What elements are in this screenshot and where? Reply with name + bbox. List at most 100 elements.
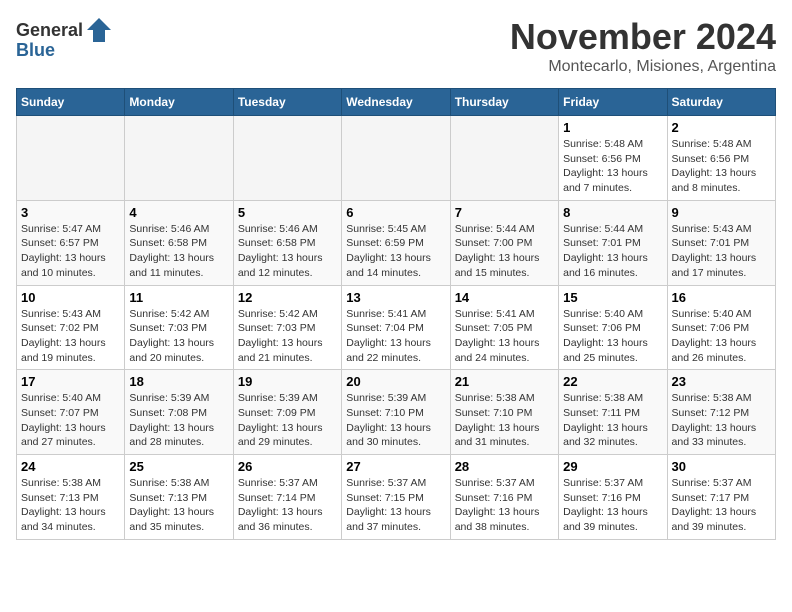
day-cell: 24Sunrise: 5:38 AM Sunset: 7:13 PM Dayli… — [17, 455, 125, 540]
day-info: Sunrise: 5:37 AM Sunset: 7:14 PM Dayligh… — [238, 476, 337, 535]
day-number: 26 — [238, 459, 337, 474]
day-info: Sunrise: 5:48 AM Sunset: 6:56 PM Dayligh… — [672, 137, 771, 196]
week-row-3: 10Sunrise: 5:43 AM Sunset: 7:02 PM Dayli… — [17, 285, 776, 370]
day-cell: 27 Sunrise: 5:37 AM Sunset: 7:15 PM Dayli… — [342, 455, 450, 540]
day-cell: 4Sunrise: 5:46 AM Sunset: 6:58 PM Daylig… — [125, 200, 233, 285]
day-number: 9 — [672, 205, 771, 220]
day-cell: 13 Sunrise: 5:41 AM Sunset: 7:04 PM Dayli… — [342, 285, 450, 370]
day-number: 17 — [21, 374, 120, 389]
page-header: General Blue November 2024 Montecarlo, M… — [16, 16, 776, 76]
day-cell: 14 Sunrise: 5:41 AM Sunset: 7:05 PM Dayli… — [450, 285, 558, 370]
day-number: 23 — [672, 374, 771, 389]
day-number: 30 — [672, 459, 771, 474]
day-info: Sunrise: 5:41 AM Sunset: 7:04 PM Dayligh… — [346, 307, 445, 366]
day-number: 28 — [455, 459, 554, 474]
day-info: Sunrise: 5:40 AM Sunset: 7:06 PM Dayligh… — [563, 307, 662, 366]
day-number: 25 — [129, 459, 228, 474]
day-info: Sunrise: 5:46 AM Sunset: 6:58 PM Dayligh… — [129, 222, 228, 281]
day-info: Sunrise: 5:40 AM Sunset: 7:07 PM Dayligh… — [21, 391, 120, 450]
day-info: Sunrise: 5:39 AM Sunset: 7:09 PM Dayligh… — [238, 391, 337, 450]
week-row-5: 24Sunrise: 5:38 AM Sunset: 7:13 PM Dayli… — [17, 455, 776, 540]
day-info: Sunrise: 5:46 AM Sunset: 6:58 PM Dayligh… — [238, 222, 337, 281]
day-number: 19 — [238, 374, 337, 389]
day-info: Sunrise: 5:38 AM Sunset: 7:10 PM Dayligh… — [455, 391, 554, 450]
day-cell: 2 Sunrise: 5:48 AM Sunset: 6:56 PM Daylig… — [667, 116, 775, 201]
logo: General Blue — [16, 16, 113, 61]
header-monday: Monday — [125, 89, 233, 116]
day-number: 22 — [563, 374, 662, 389]
day-cell: 9 Sunrise: 5:43 AM Sunset: 7:01 PM Daylig… — [667, 200, 775, 285]
day-cell — [233, 116, 341, 201]
day-info: Sunrise: 5:37 AM Sunset: 7:16 PM Dayligh… — [455, 476, 554, 535]
header-sunday: Sunday — [17, 89, 125, 116]
day-cell: 12Sunrise: 5:42 AM Sunset: 7:03 PM Dayli… — [233, 285, 341, 370]
day-cell: 26 Sunrise: 5:37 AM Sunset: 7:14 PM Dayli… — [233, 455, 341, 540]
day-cell: 10Sunrise: 5:43 AM Sunset: 7:02 PM Dayli… — [17, 285, 125, 370]
day-cell: 3 Sunrise: 5:47 AM Sunset: 6:57 PM Daylig… — [17, 200, 125, 285]
day-info: Sunrise: 5:38 AM Sunset: 7:13 PM Dayligh… — [21, 476, 120, 535]
day-info: Sunrise: 5:38 AM Sunset: 7:12 PM Dayligh… — [672, 391, 771, 450]
day-cell: 6Sunrise: 5:45 AM Sunset: 6:59 PM Daylig… — [342, 200, 450, 285]
week-row-4: 17 Sunrise: 5:40 AM Sunset: 7:07 PM Dayli… — [17, 370, 776, 455]
day-cell: 7Sunrise: 5:44 AM Sunset: 7:00 PM Daylig… — [450, 200, 558, 285]
day-number: 11 — [129, 290, 228, 305]
day-info: Sunrise: 5:44 AM Sunset: 7:00 PM Dayligh… — [455, 222, 554, 281]
day-info: Sunrise: 5:37 AM Sunset: 7:15 PM Dayligh… — [346, 476, 445, 535]
location-subtitle: Montecarlo, Misiones, Argentina — [510, 58, 776, 76]
day-number: 8 — [563, 205, 662, 220]
day-cell: 19 Sunrise: 5:39 AM Sunset: 7:09 PM Dayli… — [233, 370, 341, 455]
day-number: 13 — [346, 290, 445, 305]
header-saturday: Saturday — [667, 89, 775, 116]
header-tuesday: Tuesday — [233, 89, 341, 116]
title-area: November 2024 Montecarlo, Misiones, Arge… — [510, 16, 776, 76]
day-cell: 22 Sunrise: 5:38 AM Sunset: 7:11 PM Dayli… — [559, 370, 667, 455]
day-cell: 29 Sunrise: 5:37 AM Sunset: 7:16 PM Dayli… — [559, 455, 667, 540]
month-title: November 2024 — [510, 16, 776, 58]
day-number: 27 — [346, 459, 445, 474]
day-number: 6 — [346, 205, 445, 220]
day-cell: 16 Sunrise: 5:40 AM Sunset: 7:06 PM Dayli… — [667, 285, 775, 370]
day-number: 29 — [563, 459, 662, 474]
day-cell: 5 Sunrise: 5:46 AM Sunset: 6:58 PM Daylig… — [233, 200, 341, 285]
day-info: Sunrise: 5:39 AM Sunset: 7:08 PM Dayligh… — [129, 391, 228, 450]
day-number: 14 — [455, 290, 554, 305]
day-number: 12 — [238, 290, 337, 305]
logo-text-blue: Blue — [16, 40, 55, 61]
calendar-table: Sunday Monday Tuesday Wednesday Thursday… — [16, 88, 776, 540]
day-cell: 20 Sunrise: 5:39 AM Sunset: 7:10 PM Dayli… — [342, 370, 450, 455]
day-info: Sunrise: 5:37 AM Sunset: 7:16 PM Dayligh… — [563, 476, 662, 535]
day-info: Sunrise: 5:39 AM Sunset: 7:10 PM Dayligh… — [346, 391, 445, 450]
day-info: Sunrise: 5:43 AM Sunset: 7:02 PM Dayligh… — [21, 307, 120, 366]
day-number: 18 — [129, 374, 228, 389]
day-info: Sunrise: 5:44 AM Sunset: 7:01 PM Dayligh… — [563, 222, 662, 281]
day-cell: 30Sunrise: 5:37 AM Sunset: 7:17 PM Dayli… — [667, 455, 775, 540]
day-info: Sunrise: 5:38 AM Sunset: 7:13 PM Dayligh… — [129, 476, 228, 535]
day-cell: 28 Sunrise: 5:37 AM Sunset: 7:16 PM Dayli… — [450, 455, 558, 540]
header-friday: Friday — [559, 89, 667, 116]
header-wednesday: Wednesday — [342, 89, 450, 116]
day-cell: 15Sunrise: 5:40 AM Sunset: 7:06 PM Dayli… — [559, 285, 667, 370]
day-info: Sunrise: 5:43 AM Sunset: 7:01 PM Dayligh… — [672, 222, 771, 281]
day-cell: 8 Sunrise: 5:44 AM Sunset: 7:01 PM Daylig… — [559, 200, 667, 285]
day-info: Sunrise: 5:47 AM Sunset: 6:57 PM Dayligh… — [21, 222, 120, 281]
day-cell: 23 Sunrise: 5:38 AM Sunset: 7:12 PM Dayli… — [667, 370, 775, 455]
day-number: 2 — [672, 120, 771, 135]
day-cell — [125, 116, 233, 201]
day-cell: 25 Sunrise: 5:38 AM Sunset: 7:13 PM Dayli… — [125, 455, 233, 540]
day-number: 21 — [455, 374, 554, 389]
day-number: 1 — [563, 120, 662, 135]
logo-text-general: General — [16, 20, 83, 41]
day-number: 5 — [238, 205, 337, 220]
day-cell: 21 Sunrise: 5:38 AM Sunset: 7:10 PM Dayli… — [450, 370, 558, 455]
day-info: Sunrise: 5:48 AM Sunset: 6:56 PM Dayligh… — [563, 137, 662, 196]
day-number: 16 — [672, 290, 771, 305]
day-cell — [342, 116, 450, 201]
header-thursday: Thursday — [450, 89, 558, 116]
day-info: Sunrise: 5:41 AM Sunset: 7:05 PM Dayligh… — [455, 307, 554, 366]
day-info: Sunrise: 5:38 AM Sunset: 7:11 PM Dayligh… — [563, 391, 662, 450]
week-row-1: 1 Sunrise: 5:48 AM Sunset: 6:56 PM Daylig… — [17, 116, 776, 201]
day-number: 20 — [346, 374, 445, 389]
week-row-2: 3 Sunrise: 5:47 AM Sunset: 6:57 PM Daylig… — [17, 200, 776, 285]
day-info: Sunrise: 5:40 AM Sunset: 7:06 PM Dayligh… — [672, 307, 771, 366]
day-number: 3 — [21, 205, 120, 220]
